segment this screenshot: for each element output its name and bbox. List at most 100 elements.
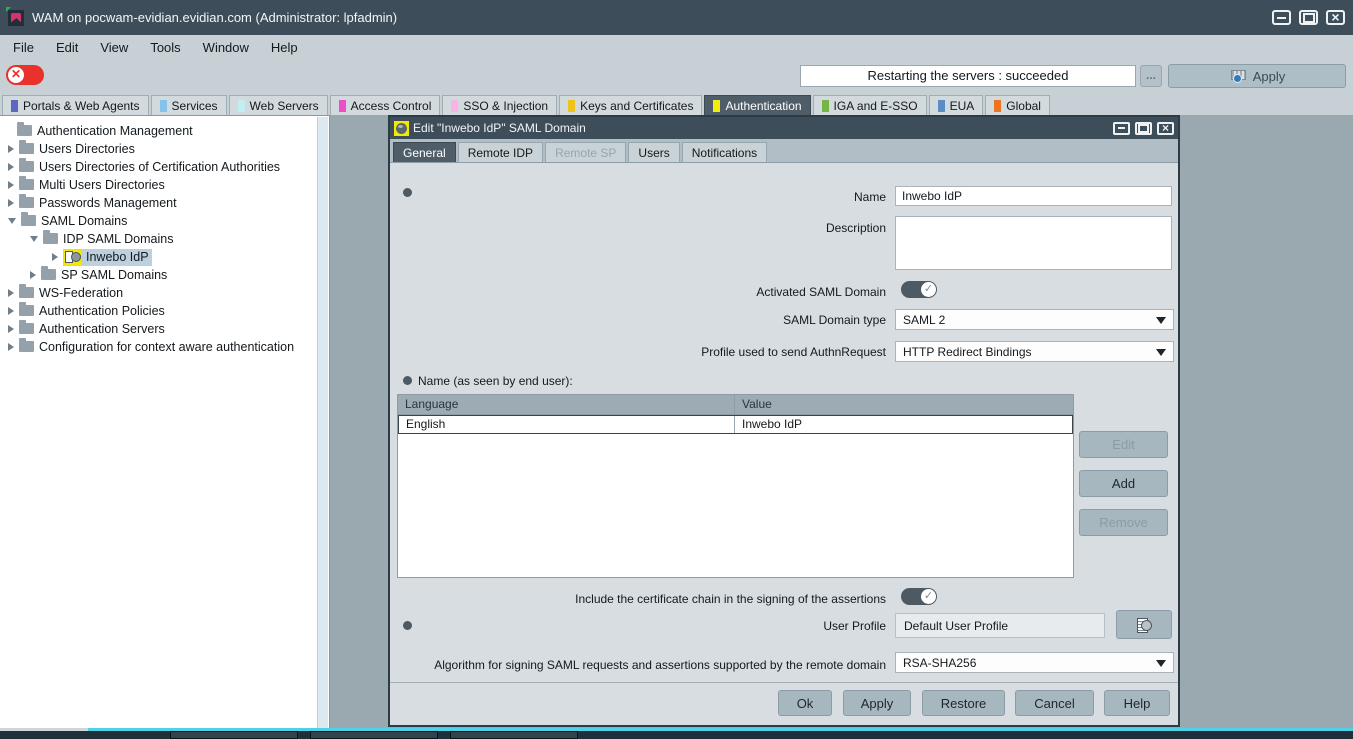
add-button[interactable]: Add: [1079, 470, 1168, 497]
tree-item-idp-saml-domains[interactable]: IDP SAML Domains: [0, 230, 329, 248]
tab-authentication[interactable]: Authentication: [704, 95, 810, 115]
tree-item-sp-saml-domains[interactable]: SP SAML Domains: [0, 266, 329, 284]
menu-tools[interactable]: Tools: [139, 36, 191, 59]
minimize-icon[interactable]: [1272, 10, 1291, 25]
more-button[interactable]: ...: [1140, 65, 1162, 87]
display-name-section-label: Name (as seen by end user):: [418, 374, 573, 388]
table-row[interactable]: English Inwebo IdP: [398, 415, 1073, 434]
expand-icon[interactable]: [8, 163, 14, 171]
cancel-button[interactable]: Cancel: [1015, 690, 1094, 716]
tab-iga-esso[interactable]: IGA and E-SSO: [813, 95, 927, 115]
folder-icon: [19, 341, 34, 352]
tree-item-saml-domains[interactable]: SAML Domains: [0, 212, 329, 230]
tab-global[interactable]: Global: [985, 95, 1050, 115]
saml-domain-type-select[interactable]: SAML 2: [895, 309, 1174, 330]
collapse-icon[interactable]: [30, 236, 38, 242]
stop-servers-button[interactable]: ✕: [6, 65, 44, 85]
name-input[interactable]: [895, 186, 1172, 206]
taskbar-item[interactable]: [450, 731, 578, 739]
expand-icon[interactable]: [30, 271, 36, 279]
tab-label: Authentication: [725, 99, 801, 113]
user-profile-picker-button[interactable]: [1116, 610, 1172, 639]
tree-item-users-directories-ca[interactable]: Users Directories of Certification Autho…: [0, 158, 329, 176]
dialog-close-icon[interactable]: [1157, 122, 1174, 135]
tab-users[interactable]: Users: [628, 142, 679, 162]
mandatory-bullet-icon: [403, 376, 412, 385]
tab-services[interactable]: Services: [151, 95, 227, 115]
tree-label: Authentication Management: [37, 124, 193, 138]
cert-chain-toggle[interactable]: [901, 588, 937, 605]
tab-label: Services: [172, 99, 218, 113]
maximize-icon[interactable]: [1299, 10, 1318, 25]
tab-remote-idp[interactable]: Remote IDP: [458, 142, 543, 162]
algorithm-select[interactable]: RSA-SHA256: [895, 652, 1174, 673]
apply-servers-button[interactable]: Apply: [1168, 64, 1346, 88]
tree-item-authentication-policies[interactable]: Authentication Policies: [0, 302, 329, 320]
dialog-maximize-icon[interactable]: [1135, 122, 1152, 135]
tab-sso-injection[interactable]: SSO & Injection: [442, 95, 557, 115]
tab-color-icon: [713, 100, 720, 112]
expand-icon[interactable]: [8, 199, 14, 207]
close-icon[interactable]: [1326, 10, 1345, 25]
tab-label: Global: [1006, 99, 1041, 113]
menu-window[interactable]: Window: [192, 36, 260, 59]
taskbar-item[interactable]: [170, 731, 298, 739]
tree-scrollbar[interactable]: [317, 117, 328, 728]
folder-icon: [19, 179, 34, 190]
dialog-minimize-icon[interactable]: [1113, 122, 1130, 135]
module-tab-bar: Portals & Web Agents Services Web Server…: [0, 92, 1353, 115]
tab-portals-web-agents[interactable]: Portals & Web Agents: [2, 95, 149, 115]
folder-icon: [19, 323, 34, 334]
tree-item-ws-federation[interactable]: WS-Federation: [0, 284, 329, 302]
menu-file[interactable]: File: [2, 36, 45, 59]
authn-profile-select[interactable]: HTTP Redirect Bindings: [895, 341, 1174, 362]
stop-x-icon: ✕: [8, 67, 24, 83]
tab-color-icon: [160, 100, 167, 112]
taskbar-item[interactable]: [310, 731, 438, 739]
ok-button[interactable]: Ok: [778, 690, 832, 716]
collapse-icon[interactable]: [8, 218, 16, 224]
menu-help[interactable]: Help: [260, 36, 309, 59]
expand-icon[interactable]: [52, 253, 58, 261]
expand-icon[interactable]: [8, 307, 14, 315]
tree-item-authentication-servers[interactable]: Authentication Servers: [0, 320, 329, 338]
expand-icon[interactable]: [8, 343, 14, 351]
restore-button[interactable]: Restore: [922, 690, 1005, 716]
cert-chain-label: Include the certificate chain in the sig…: [390, 592, 886, 606]
tree-label: Users Directories of Certification Autho…: [39, 160, 280, 174]
tab-color-icon: [994, 100, 1001, 112]
tree-item-authentication-management[interactable]: Authentication Management: [0, 122, 329, 140]
tree-item-users-directories[interactable]: Users Directories: [0, 140, 329, 158]
apply-button[interactable]: Apply: [843, 690, 911, 716]
expand-icon[interactable]: [8, 181, 14, 189]
tab-access-control[interactable]: Access Control: [330, 95, 441, 115]
column-value[interactable]: Value: [735, 395, 1073, 414]
tab-notifications[interactable]: Notifications: [682, 142, 767, 162]
help-button[interactable]: Help: [1104, 690, 1170, 716]
tab-eua[interactable]: EUA: [929, 95, 984, 115]
expand-icon[interactable]: [8, 145, 14, 153]
remove-button: Remove: [1079, 509, 1168, 536]
apply-label: Apply: [1253, 69, 1286, 84]
tree-item-inwebo-idp[interactable]: Inwebo IdP: [0, 248, 329, 266]
chevron-down-icon: [1156, 349, 1166, 356]
expand-icon[interactable]: [8, 325, 14, 333]
expand-icon[interactable]: [8, 289, 14, 297]
tree-item-multi-users-directories[interactable]: Multi Users Directories: [0, 176, 329, 194]
tab-general[interactable]: General: [393, 142, 456, 162]
apply-icon: [1229, 69, 1246, 83]
tree-item-passwords-management[interactable]: Passwords Management: [0, 194, 329, 212]
tab-web-servers[interactable]: Web Servers: [229, 95, 328, 115]
tab-label: Keys and Certificates: [580, 99, 693, 113]
menu-edit[interactable]: Edit: [45, 36, 89, 59]
tab-keys-certificates[interactable]: Keys and Certificates: [559, 95, 702, 115]
description-input[interactable]: [895, 216, 1172, 270]
tab-label: Access Control: [351, 99, 432, 113]
column-language[interactable]: Language: [398, 395, 735, 414]
menu-view[interactable]: View: [89, 36, 139, 59]
tree-label: Configuration for context aware authenti…: [39, 340, 294, 354]
activated-saml-domain-toggle[interactable]: [901, 281, 937, 298]
selected-value: HTTP Redirect Bindings: [903, 345, 1032, 359]
tree-item-context-aware-config[interactable]: Configuration for context aware authenti…: [0, 338, 329, 356]
display-name-table: Language Value English Inwebo IdP: [397, 394, 1074, 578]
